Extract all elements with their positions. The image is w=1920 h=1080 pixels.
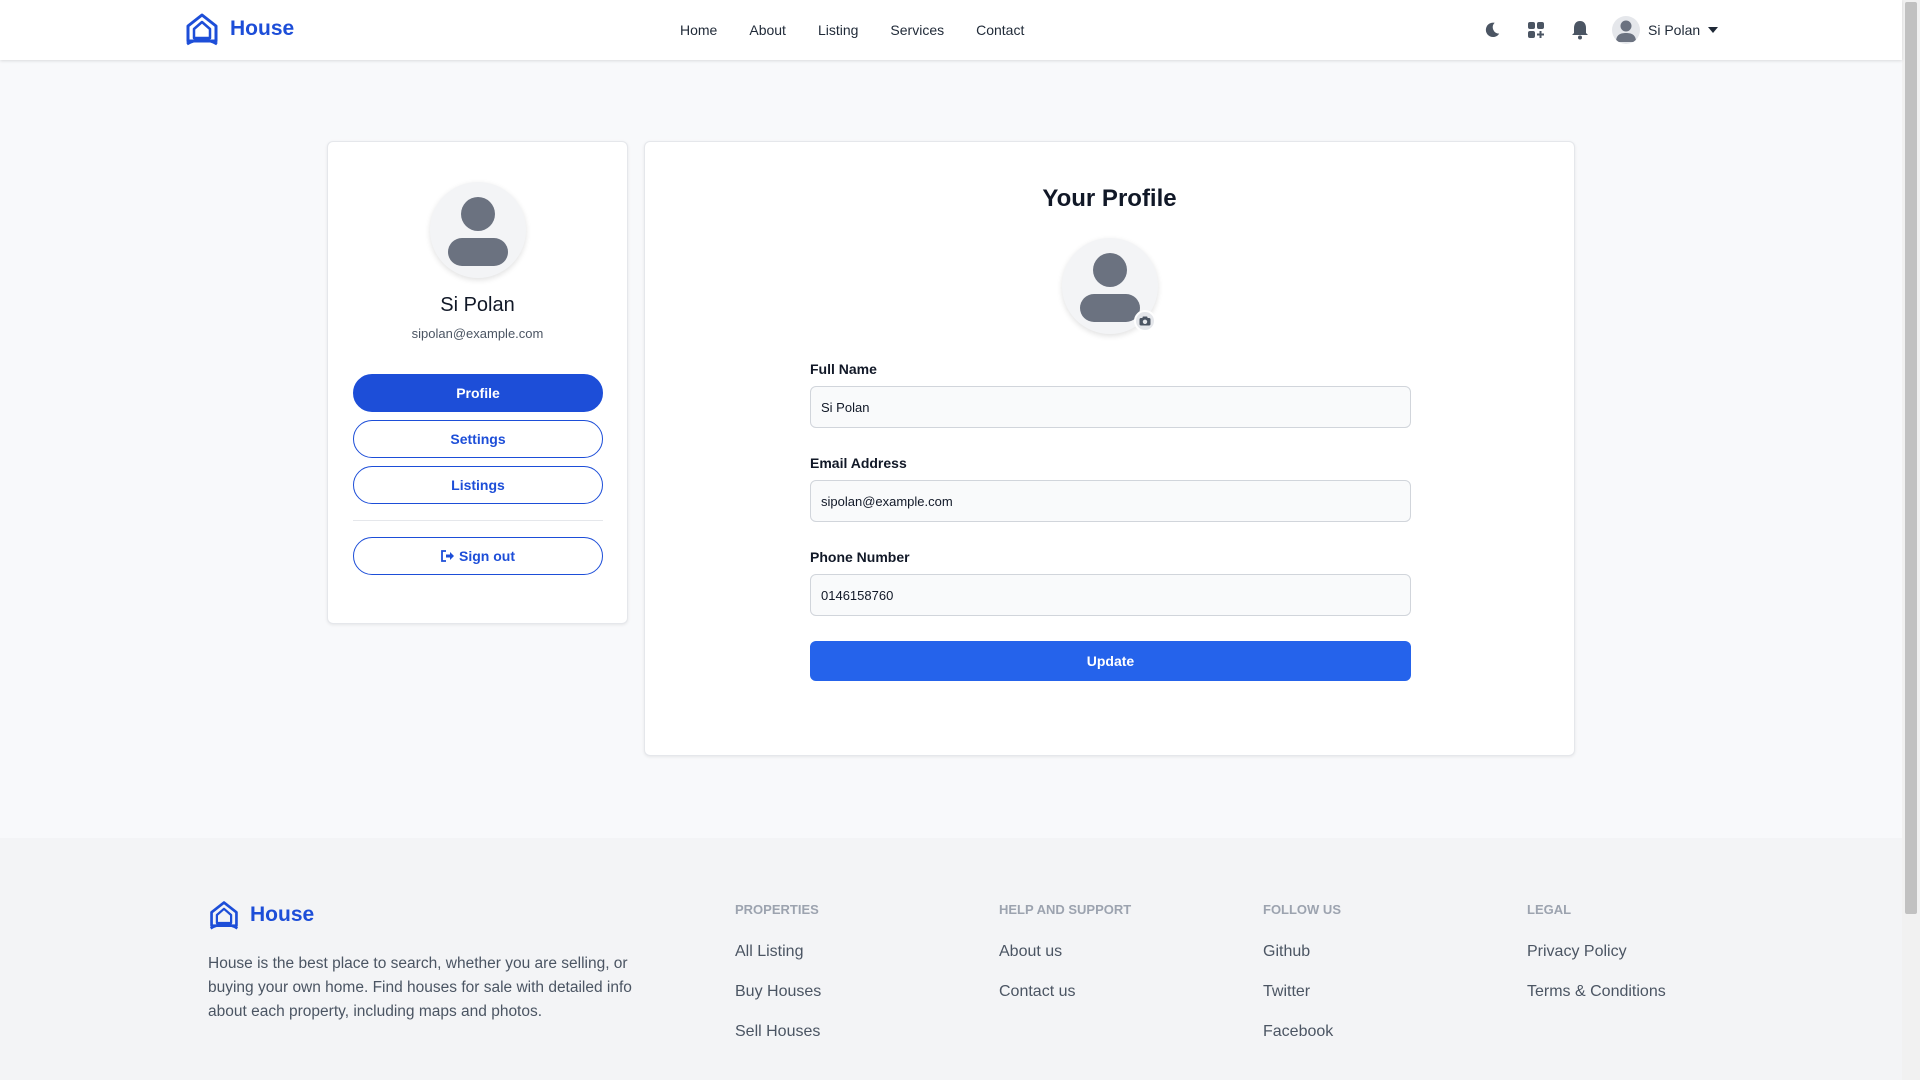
footer-col-legal: LEGAL Privacy Policy Terms & Conditions — [1527, 902, 1666, 1023]
top-navbar: House Home About Listing Services Contac… — [0, 0, 1902, 60]
footer-col-title: LEGAL — [1527, 902, 1572, 917]
profile-button[interactable]: Profile — [353, 374, 603, 412]
user-name: Si Polan — [1648, 22, 1701, 38]
footer-brand-name: House — [250, 903, 315, 926]
sidebar-user-email: sipolan@example.com — [411, 326, 544, 341]
footer-link-github[interactable]: Github — [1263, 943, 1341, 963]
caret-down-icon — [1708, 27, 1719, 33]
brand-name: House — [230, 17, 295, 40]
footer-link-contact-us[interactable]: Contact us — [999, 983, 1131, 1003]
update-button[interactable]: Update — [810, 641, 1411, 681]
footer-col-properties: PROPERTIES All Listing Buy Houses Sell H… — [735, 902, 821, 1063]
nav-contact[interactable]: Contact — [976, 22, 1024, 38]
page-scrollbar[interactable] — [1902, 0, 1920, 1080]
nav-listing[interactable]: Listing — [818, 22, 858, 38]
profile-form-card: Your Profile Full Name Email Address Pho… — [644, 141, 1575, 756]
footer-link-twitter[interactable]: Twitter — [1263, 983, 1341, 1003]
listings-button[interactable]: Listings — [353, 466, 603, 504]
user-menu-dropdown[interactable]: Si Polan — [1612, 16, 1719, 44]
sign-out-icon — [441, 550, 454, 562]
footer-col-title: PROPERTIES — [735, 902, 819, 917]
sign-out-button[interactable]: Sign out — [353, 537, 603, 575]
footer-description: House is the best place to search, wheth… — [208, 955, 632, 1020]
scrollbar-thumb[interactable] — [1905, 2, 1917, 914]
main-nav: Home About Listing Services Contact — [680, 0, 1024, 60]
footer-col-title: HELP AND SUPPORT — [999, 902, 1132, 917]
nav-services[interactable]: Services — [890, 22, 944, 38]
email-label: Email Address — [810, 455, 907, 471]
header-actions: Si Polan — [1480, 0, 1719, 60]
full-name-label: Full Name — [810, 361, 877, 377]
footer-link-privacy[interactable]: Privacy Policy — [1527, 943, 1666, 963]
nav-home[interactable]: Home — [680, 22, 717, 38]
settings-button[interactable]: Settings — [353, 420, 603, 458]
footer-link-all-listing[interactable]: All Listing — [735, 943, 821, 963]
sidebar-avatar — [430, 182, 526, 278]
footer-col-follow: FOLLOW US Github Twitter Facebook — [1263, 902, 1341, 1063]
footer-brand[interactable]: House — [208, 899, 314, 931]
full-name-input[interactable] — [810, 386, 1411, 428]
nav-about[interactable]: About — [749, 22, 786, 38]
brand-logo-link[interactable]: House — [184, 11, 294, 47]
house-logo-icon — [186, 13, 218, 46]
sidebar-divider — [353, 520, 603, 521]
profile-sidebar-card: Si Polan sipolan@example.com Profile Set… — [327, 141, 628, 624]
moon-icon[interactable] — [1480, 18, 1504, 42]
site-footer: House House is the best place to search,… — [0, 838, 1902, 1080]
user-avatar — [1612, 16, 1640, 44]
sign-out-label: Sign out — [459, 548, 515, 564]
footer-link-sell-houses[interactable]: Sell Houses — [735, 1023, 821, 1043]
camera-icon — [1139, 316, 1151, 326]
phone-input[interactable] — [810, 574, 1411, 616]
sidebar-user-name: Si Polan — [440, 294, 515, 316]
apps-grid-icon[interactable] — [1524, 18, 1548, 42]
footer-link-buy-houses[interactable]: Buy Houses — [735, 983, 821, 1003]
footer-col-help: HELP AND SUPPORT About us Contact us — [999, 902, 1131, 1023]
footer-link-about-us[interactable]: About us — [999, 943, 1131, 963]
footer-link-terms[interactable]: Terms & Conditions — [1527, 983, 1666, 1003]
bell-icon[interactable] — [1568, 18, 1592, 42]
change-photo-button[interactable] — [1134, 310, 1156, 332]
phone-label: Phone Number — [810, 549, 910, 565]
page-title: Your Profile — [1042, 185, 1177, 212]
email-input[interactable] — [810, 480, 1411, 522]
footer-link-facebook[interactable]: Facebook — [1263, 1023, 1341, 1043]
house-logo-icon — [209, 901, 239, 930]
footer-col-title: FOLLOW US — [1263, 902, 1341, 917]
